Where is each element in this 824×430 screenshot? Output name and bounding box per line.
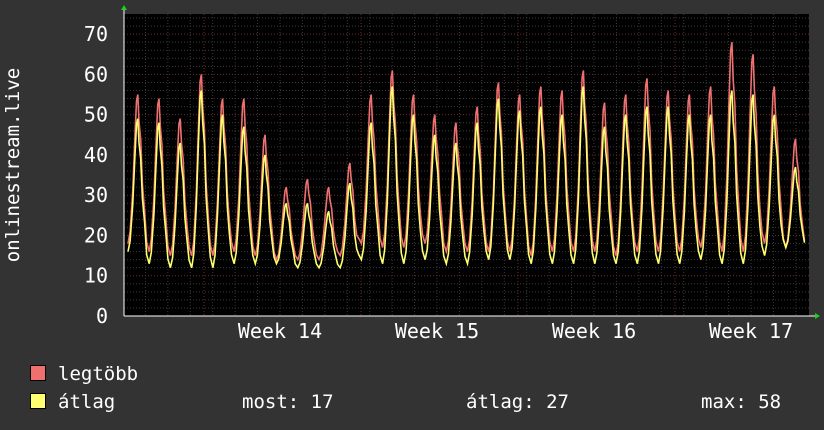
y-tick-label: 20 [84,223,108,247]
y-tick-label: 0 [96,304,108,328]
y-tick-label: 40 [84,143,108,167]
legend-row-avg: átlag most: 17 átlag: 27 max: 58 [30,390,810,414]
stat-current: most: 17 [242,391,334,413]
x-tick-label: Week 16 [552,319,636,343]
stat-average: átlag: 27 [466,391,569,413]
legend-row-max: legtöbb [30,362,810,386]
x-tick-label: Week 14 [238,319,322,343]
y-tick-label: 30 [84,183,108,207]
y-tick-label: 50 [84,103,108,127]
x-tick-label: Week 15 [395,319,479,343]
legend-label-max: legtöbb [58,363,139,385]
y-tick-label: 10 [84,264,108,288]
chart-window: 0 10 20 30 40 50 60 70 Week 14 Week 15 Week 16 Week… [0,0,824,430]
y-axis-label: onlinestream.live [2,68,24,262]
x-tick-label: Week 17 [709,319,793,343]
x-axis-arrow [815,313,820,319]
legend-swatch-avg [30,393,46,409]
y-axis-arrow [121,5,127,10]
y-tick-label: 60 [84,62,108,86]
y-tick-label: 70 [84,22,108,46]
legend-label-avg: átlag [58,391,116,413]
chart-svg: 0 10 20 30 40 50 60 70 Week 14 Week 15 Week 16 Week… [2,5,820,343]
legend-swatch-max [30,365,46,381]
stat-max: max: 58 [701,391,782,413]
